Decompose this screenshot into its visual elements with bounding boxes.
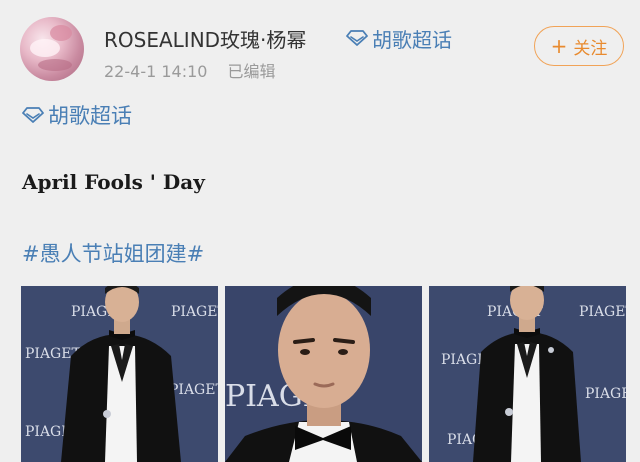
plus-icon: + xyxy=(550,34,568,58)
photo-3[interactable]: PIAGET PIAGET PIAGET PIAGET PIAGET xyxy=(429,286,626,462)
super-topic-link[interactable]: 胡歌超话 xyxy=(346,24,452,52)
post-meta: 22-4-1 14:10 已编辑 xyxy=(104,58,275,82)
weibo-post: ROSEALIND玫瑰·杨幂 胡歌超话 22-4-1 14:10 已编辑 + 关注… xyxy=(0,0,640,462)
topic-link[interactable]: 胡歌超话 xyxy=(22,100,132,130)
diamond-icon xyxy=(22,107,44,123)
post-title: April Fools ' Day xyxy=(22,170,205,194)
super-topic-label: 胡歌超话 xyxy=(372,27,452,52)
backdrop-logo: PIAGET xyxy=(585,386,626,402)
backdrop-logo: PIAGET xyxy=(579,304,626,320)
photo-2[interactable]: PIAGET xyxy=(225,286,422,462)
follow-button[interactable]: + 关注 xyxy=(534,26,624,66)
timestamp: 22-4-1 14:10 xyxy=(104,62,208,81)
backdrop-logo: PIAGET xyxy=(169,382,218,398)
username[interactable]: ROSEALIND玫瑰·杨幂 xyxy=(104,24,306,53)
backdrop-logo: PIAGET xyxy=(171,304,218,320)
photo-1[interactable]: PIAGET PIAGET PIAGET PIAGET PIAGET xyxy=(21,286,218,462)
diamond-icon xyxy=(346,30,368,46)
topic-label: 胡歌超话 xyxy=(48,104,132,128)
follow-label: 关注 xyxy=(573,38,608,59)
edited-label[interactable]: 已编辑 xyxy=(227,62,275,81)
hashtag-link[interactable]: #愚人节站姐团建# xyxy=(22,238,204,268)
avatar[interactable] xyxy=(20,17,84,81)
